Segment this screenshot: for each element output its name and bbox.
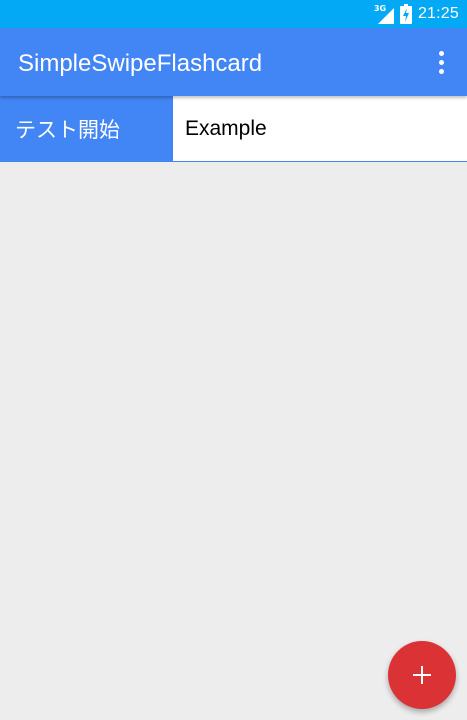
more-vert-icon[interactable] — [429, 50, 453, 74]
start-test-button[interactable]: テスト開始 — [0, 96, 173, 162]
overflow-dot — [438, 68, 444, 74]
add-card-button[interactable] — [388, 641, 456, 709]
status-icons: 3G 21:25 — [374, 0, 459, 28]
overflow-dot — [438, 50, 444, 56]
battery-charging-icon — [399, 4, 412, 24]
status-bar: 3G 21:25 — [0, 0, 467, 28]
screen: 3G 21:25 SimpleSwipeFlashcard テスト開始 Exam… — [0, 0, 467, 720]
deck-name-text: Example — [185, 116, 267, 140]
content-area — [0, 162, 467, 720]
signal-icon: 3G — [374, 4, 394, 24]
status-time: 21:25 — [417, 5, 459, 22]
deck-row: テスト開始 Example — [0, 96, 467, 162]
app-bar: SimpleSwipeFlashcard — [0, 28, 467, 96]
app-title: SimpleSwipeFlashcard — [18, 50, 263, 77]
overflow-dot — [438, 59, 444, 65]
deck-name-field[interactable]: Example — [173, 96, 467, 162]
plus-icon — [413, 666, 431, 684]
